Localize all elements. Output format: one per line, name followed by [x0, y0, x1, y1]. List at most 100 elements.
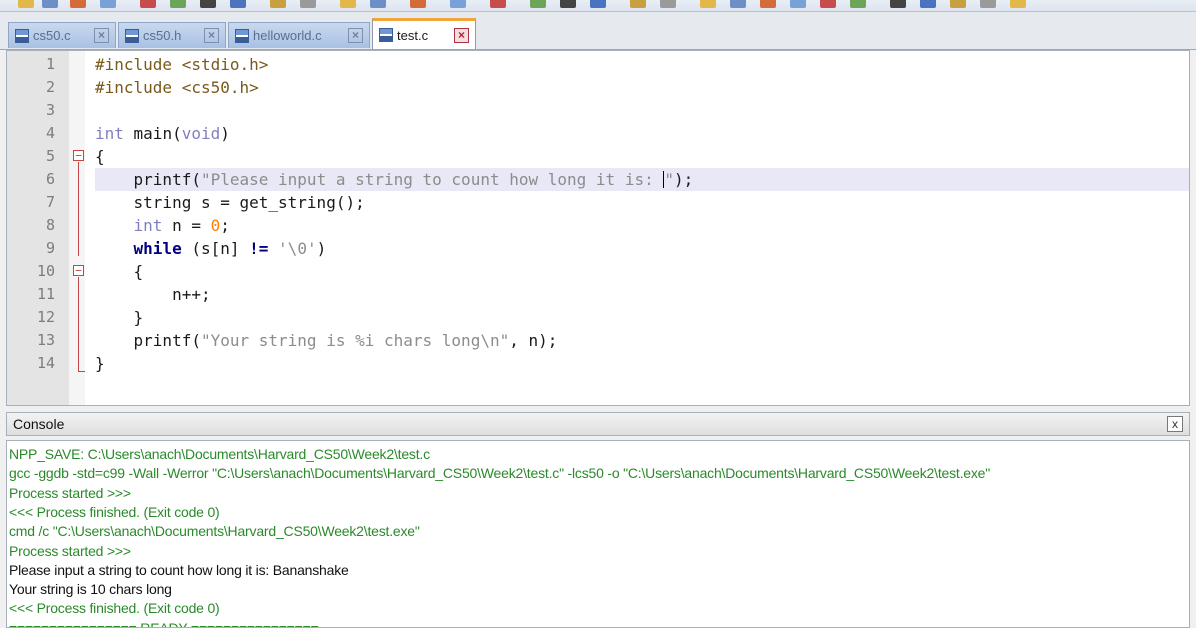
code-token: (s[n] — [181, 239, 250, 258]
toolbar-button-icon[interactable] — [200, 0, 216, 8]
toolbar-button-icon[interactable] — [230, 0, 246, 8]
code-token: 0 — [210, 216, 221, 235]
code-token: n = — [162, 216, 211, 235]
toolbar-button-icon[interactable] — [850, 0, 866, 8]
tab-close-icon[interactable]: × — [204, 28, 219, 43]
line-number: 13 — [36, 331, 55, 349]
line-number: 12 — [36, 308, 55, 326]
code-token: } — [95, 308, 144, 327]
console-line: Your string is 10 chars long — [9, 581, 172, 598]
tab-label: test.c — [397, 27, 429, 43]
code-line[interactable]: int main(void) — [95, 122, 230, 145]
code-line[interactable]: } — [95, 306, 144, 329]
code-token: while — [133, 239, 182, 258]
tab-close-icon[interactable]: × — [454, 27, 469, 43]
line-number-gutter: 1 2 3 4 5 6 7 8 9 10 11 12 13 14 — [7, 51, 69, 405]
fold-margin[interactable]: − − — [69, 51, 85, 405]
code-line[interactable]: n++; — [95, 283, 211, 306]
toolbar-button-icon[interactable] — [760, 0, 776, 8]
code-token: "Please input a string to count how long… — [200, 170, 664, 189]
line-number: 2 — [45, 78, 55, 96]
toolbar-button-icon[interactable] — [590, 0, 606, 8]
console-line: cmd /c "C:\Users\anach\Documents\Harvard… — [9, 523, 420, 540]
toolbar-button-icon[interactable] — [790, 0, 806, 8]
line-number: 5 — [45, 147, 55, 165]
code-area[interactable]: #include <stdio.h> #include <cs50.h> int m… — [85, 51, 1189, 405]
file-save-icon — [235, 28, 249, 43]
toolbar-button-icon[interactable] — [630, 0, 646, 8]
toolbar-button-icon[interactable] — [890, 0, 906, 8]
code-line[interactable]: printf("Please input a string to count h… — [95, 168, 694, 191]
line-number: 11 — [36, 285, 55, 303]
code-line[interactable]: { — [95, 145, 105, 168]
toolbar-button-icon[interactable] — [140, 0, 156, 8]
code-line[interactable]: string s = get_string(); — [95, 191, 365, 214]
console-header: Console x — [6, 412, 1190, 436]
code-line[interactable]: int n = 0; — [95, 214, 230, 237]
code-line[interactable]: { — [95, 260, 144, 283]
tab-cs50-h[interactable]: cs50.h × — [118, 22, 226, 48]
code-line[interactable]: } — [95, 352, 105, 375]
toolbar-button-icon[interactable] — [820, 0, 836, 8]
code-token: int — [133, 216, 163, 235]
toolbar-button-icon[interactable] — [300, 0, 316, 8]
tab-close-icon[interactable]: × — [94, 28, 109, 43]
line-number: 14 — [36, 354, 55, 372]
toolbar-button-icon[interactable] — [370, 0, 386, 8]
toolbar-button-icon[interactable] — [700, 0, 716, 8]
code-token: "Your string is %i chars long\n" — [200, 331, 510, 350]
fold-toggle-icon[interactable]: − — [73, 150, 84, 161]
code-token: { — [95, 262, 144, 281]
toolbar-button-icon[interactable] — [70, 0, 86, 8]
code-line[interactable]: #include <cs50.h> — [95, 76, 259, 99]
code-token: } — [95, 354, 105, 373]
toolbar-button-icon[interactable] — [270, 0, 286, 8]
code-token: #include <cs50.h> — [95, 78, 259, 97]
toolbar-button-icon[interactable] — [920, 0, 936, 8]
code-token: " — [664, 170, 674, 189]
toolbar-button-icon[interactable] — [18, 0, 34, 8]
fold-toggle-icon[interactable]: − — [73, 265, 84, 276]
toolbar-button-icon[interactable] — [730, 0, 746, 8]
toolbar — [0, 0, 1196, 12]
toolbar-button-icon[interactable] — [490, 0, 506, 8]
code-token: '\0' — [278, 239, 317, 258]
toolbar-button-icon[interactable] — [660, 0, 676, 8]
line-number: 1 — [45, 55, 55, 73]
toolbar-button-icon[interactable] — [170, 0, 186, 8]
code-token: ; — [220, 216, 230, 235]
tab-test-c[interactable]: test.c × — [372, 18, 476, 49]
toolbar-button-icon[interactable] — [42, 0, 58, 8]
tab-cs50-c[interactable]: cs50.c × — [8, 22, 116, 48]
code-line[interactable]: while (s[n] != '\0') — [95, 237, 327, 260]
toolbar-button-icon[interactable] — [530, 0, 546, 8]
toolbar-button-icon[interactable] — [450, 0, 466, 8]
line-number: 6 — [45, 170, 55, 188]
toolbar-button-icon[interactable] — [560, 0, 576, 8]
toolbar-button-icon[interactable] — [980, 0, 996, 8]
toolbar-button-icon[interactable] — [950, 0, 966, 8]
tab-label: cs50.h — [143, 28, 182, 43]
code-line[interactable]: printf("Your string is %i chars long\n",… — [95, 329, 558, 352]
code-token: printf( — [95, 331, 201, 350]
tab-close-icon[interactable]: × — [348, 28, 363, 43]
code-token: string s = get_string(); — [95, 193, 365, 212]
console-title: Console — [13, 416, 65, 432]
fold-end-marker — [78, 371, 85, 372]
close-icon[interactable]: x — [1167, 416, 1183, 432]
toolbar-button-icon[interactable] — [100, 0, 116, 8]
console-output[interactable]: NPP_SAVE: C:\Users\anach\Documents\Harva… — [6, 440, 1190, 628]
code-token: void — [181, 124, 221, 143]
code-line[interactable]: #include <stdio.h> — [95, 53, 268, 76]
toolbar-button-icon[interactable] — [410, 0, 426, 8]
file-save-icon — [379, 28, 393, 42]
code-token: , n); — [509, 331, 558, 350]
tab-helloworld-c[interactable]: helloworld.c × — [228, 22, 370, 48]
toolbar-button-icon[interactable] — [1010, 0, 1026, 8]
code-token: printf( — [95, 170, 201, 189]
code-token: #include <stdio.h> — [95, 55, 269, 74]
code-editor[interactable]: 1 2 3 4 5 6 7 8 9 10 11 12 13 14 − − #include <stdio.… — [6, 50, 1190, 406]
toolbar-button-icon[interactable] — [340, 0, 356, 8]
line-number: 10 — [36, 262, 55, 280]
